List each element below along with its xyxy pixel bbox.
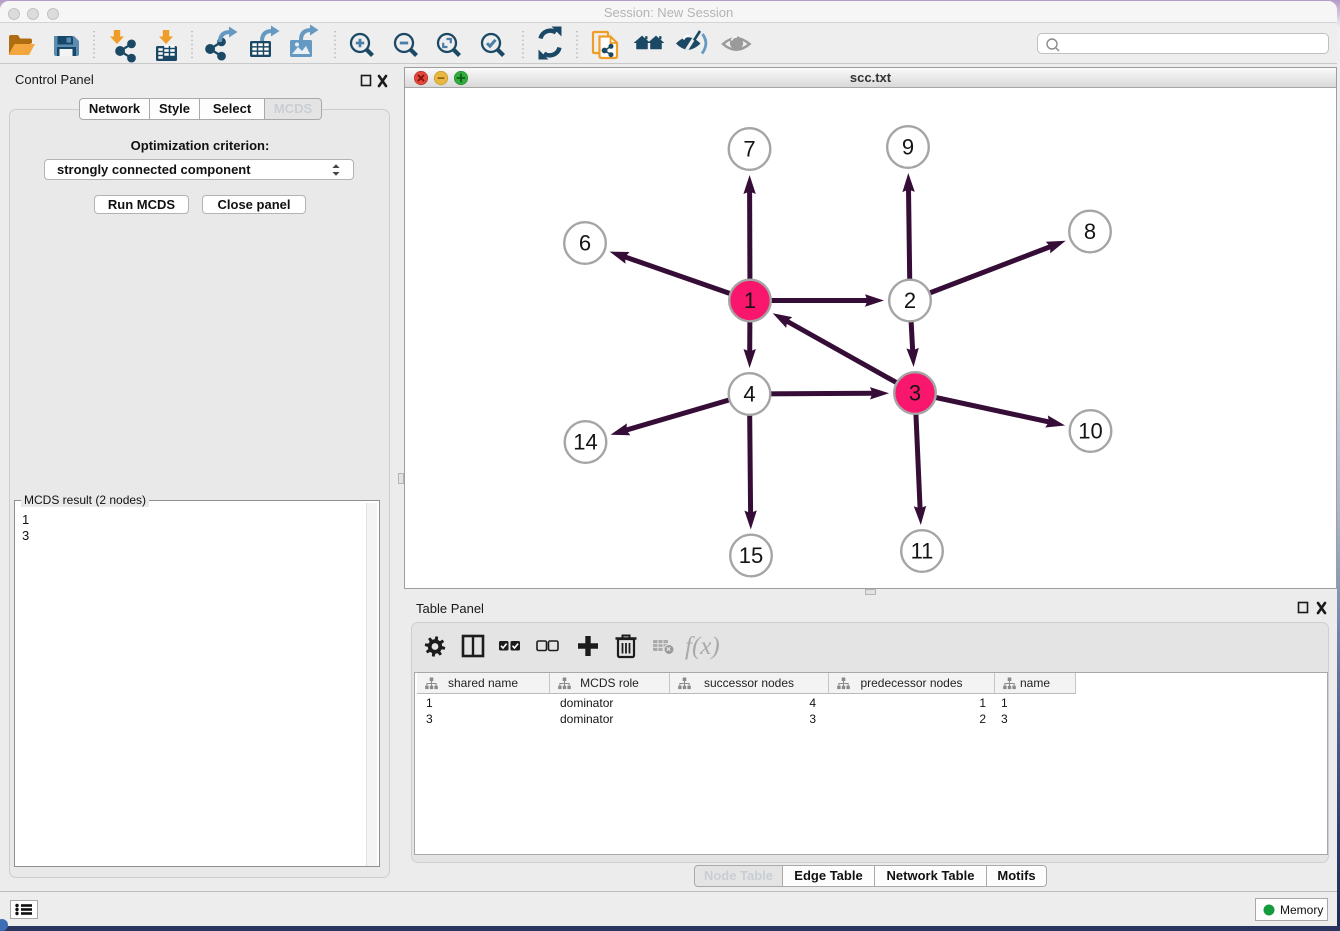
svg-text:4: 4 [743,382,755,407]
svg-text:14: 14 [573,430,597,455]
svg-text:2: 2 [904,288,916,313]
svg-text:9: 9 [902,135,914,160]
svg-text:11: 11 [911,539,934,564]
svg-text:1: 1 [744,288,756,313]
svg-text:3: 3 [909,381,921,406]
svg-text:8: 8 [1084,219,1096,244]
svg-text:10: 10 [1078,419,1102,444]
svg-text:6: 6 [579,231,591,256]
svg-text:15: 15 [739,543,763,568]
svg-text:7: 7 [743,137,755,162]
svg-text:f(x): f(x) [685,633,720,660]
